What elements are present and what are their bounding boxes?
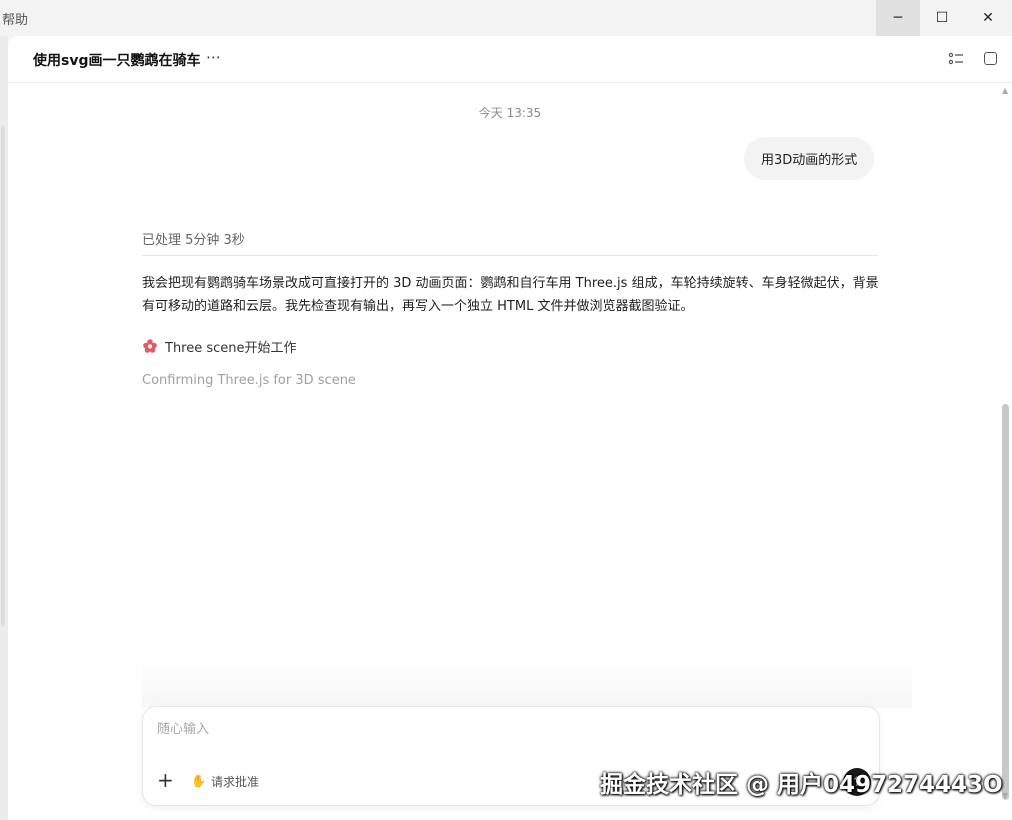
close-button[interactable]: ✕ xyxy=(966,0,1010,36)
title-bar: 帮助 ─ ☐ ✕ xyxy=(0,0,1012,36)
hand-icon: ✋ xyxy=(191,774,206,788)
scrollbar-thumb[interactable] xyxy=(1002,404,1009,800)
close-icon: ✕ xyxy=(982,10,994,26)
scrollbar[interactable]: ▲ ▼ xyxy=(1000,84,1012,820)
flower-icon xyxy=(143,339,157,353)
minimize-button[interactable]: ─ xyxy=(876,0,920,36)
toggle-panel-icon[interactable] xyxy=(984,52,997,65)
status-text: Confirming Three.js for 3D scene xyxy=(142,373,356,388)
divider xyxy=(142,255,878,256)
minimize-icon: ─ xyxy=(893,10,903,26)
chat-panel: 使用svg画一只鹦鹉在骑车 ⋯ ▲ ▼ 今天 13:35 用3D动画的形式 已处… xyxy=(8,36,1012,820)
more-options-icon[interactable]: ⋯ xyxy=(206,48,222,66)
maximize-button[interactable]: ☐ xyxy=(920,0,964,36)
message-input[interactable] xyxy=(155,721,859,738)
sidebar-edge-scroll xyxy=(1,126,5,626)
task-status-row[interactable]: Three scene开始工作 xyxy=(142,336,297,356)
assistant-message: 我会把现有鹦鹉骑车场景改成可直接打开的 3D 动画页面：鹦鹉和自行车用 Thre… xyxy=(142,276,879,314)
request-approval-button[interactable]: ✋ 请求批准 xyxy=(191,772,259,790)
message-timestamp: 今天 13:35 xyxy=(478,106,542,120)
task-list-icon[interactable] xyxy=(948,51,964,67)
conversation-header: 使用svg画一只鹦鹉在骑车 ⋯ xyxy=(8,36,1012,83)
add-attachment-button[interactable]: + xyxy=(157,770,174,790)
processed-duration[interactable]: 已处理 5分钟 3秒 xyxy=(142,229,245,248)
watermark: 掘金技术社区 @ 用户0497274443O xyxy=(600,772,1003,798)
composer-fade xyxy=(142,652,912,708)
maximize-icon: ☐ xyxy=(935,10,949,26)
task-label: Three scene开始工作 xyxy=(165,340,297,356)
user-message: 用3D动画的形式 xyxy=(744,137,875,180)
request-approval-label: 请求批准 xyxy=(210,774,259,789)
scroll-up-icon[interactable]: ▲ xyxy=(1002,86,1008,95)
menu-help[interactable]: 帮助 xyxy=(2,9,28,28)
sidebar-edge xyxy=(0,36,8,820)
conversation-title: 使用svg画一只鹦鹉在骑车 xyxy=(33,53,201,69)
